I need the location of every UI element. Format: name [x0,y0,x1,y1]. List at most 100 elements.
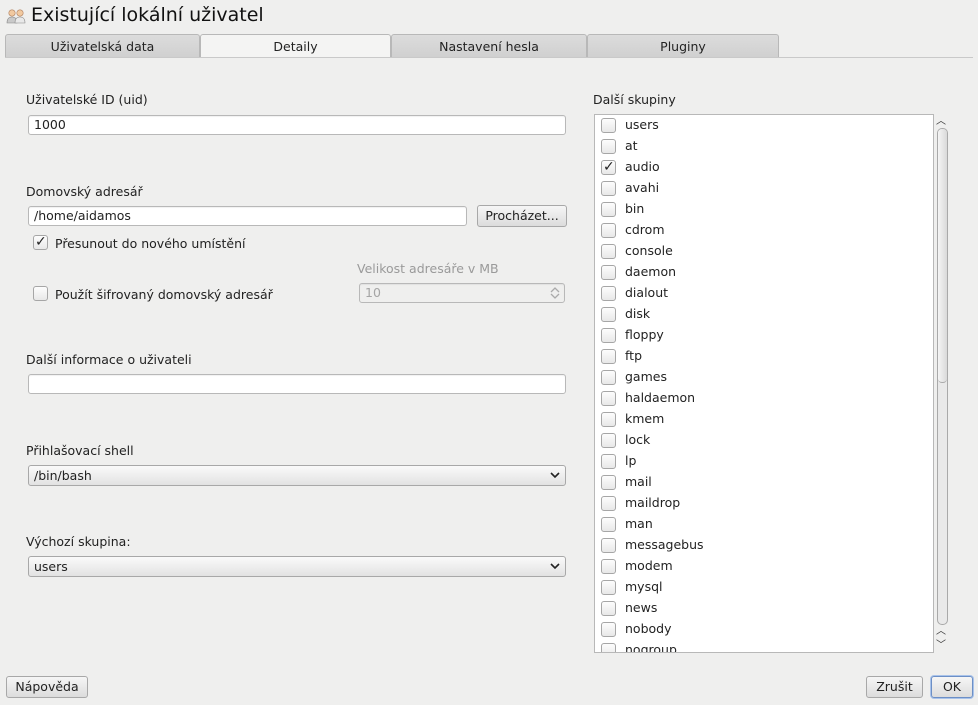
groups-label: Další skupiny [593,92,676,107]
group-label: avahi [625,180,660,195]
shell-combobox[interactable]: /bin/bash [28,465,566,486]
group-item[interactable]: man [595,514,933,535]
group-item[interactable]: messagebus [595,535,933,556]
group-item[interactable]: kmem [595,409,933,430]
group-item[interactable]: cdrom [595,220,933,241]
group-label: disk [625,306,651,321]
tab-user-data[interactable]: Uživatelská data [5,34,200,58]
shell-label: Přihlašovací shell [26,443,134,458]
group-item[interactable]: users [595,115,933,136]
group-checkbox[interactable] [601,391,616,406]
move-label: Přesunout do nového umístění [55,236,246,251]
browse-button[interactable]: Procházet... [477,205,567,227]
group-label: games [625,369,667,384]
scroll-thumb[interactable] [938,129,947,383]
group-checkbox[interactable] [601,307,616,322]
uid-input[interactable]: 1000 [28,115,566,135]
scroll-up-icon[interactable]: ︿ [936,112,946,127]
help-button[interactable]: Nápověda [6,676,88,698]
encrypted-checkbox[interactable] [33,286,48,301]
group-checkbox[interactable] [601,202,616,217]
home-dir-input[interactable]: /home/aidamos [28,206,467,226]
group-checkbox[interactable] [601,622,616,637]
group-item[interactable]: lock [595,430,933,451]
group-checkbox[interactable] [601,244,616,259]
group-checkbox[interactable] [601,328,616,343]
group-checkbox[interactable] [601,601,616,616]
group-checkbox[interactable] [601,139,616,154]
chevron-down-icon [550,472,560,479]
group-label: kmem [625,411,665,426]
group-item[interactable]: daemon [595,262,933,283]
group-item[interactable]: at [595,136,933,157]
group-item[interactable]: nogroup [595,640,933,652]
group-checkbox[interactable] [601,370,616,385]
group-checkbox[interactable] [601,265,616,280]
group-item[interactable]: modem [595,556,933,577]
group-item[interactable]: ftp [595,346,933,367]
group-checkbox[interactable] [601,517,616,532]
groups-scrollbar[interactable]: ︿ ︿ ﹀ [935,114,949,653]
ok-button[interactable]: OK [931,676,973,698]
default-group-value: users [34,559,68,574]
group-checkbox[interactable] [601,580,616,595]
group-label: floppy [625,327,664,342]
shell-value: /bin/bash [34,468,92,483]
spin-arrows-icon[interactable] [550,286,560,300]
dir-size-spinbox[interactable]: 10 [359,283,565,303]
group-item[interactable]: haldaemon [595,388,933,409]
group-label: haldaemon [625,390,696,405]
extra-info-label: Další informace o uživateli [26,352,192,367]
dir-size-label: Velikost adresáře v MB [357,261,499,276]
group-checkbox[interactable] [601,643,616,652]
default-group-combobox[interactable]: users [28,556,566,577]
group-item[interactable]: mysql [595,577,933,598]
group-item[interactable]: nobody [595,619,933,640]
group-checkbox[interactable] [601,349,616,364]
uid-label: Uživatelské ID (uid) [26,92,148,107]
group-checkbox[interactable] [601,496,616,511]
group-checkbox[interactable] [601,538,616,553]
group-checkbox[interactable] [601,454,616,469]
group-checkbox[interactable] [601,475,616,490]
group-item[interactable]: avahi [595,178,933,199]
group-checkbox[interactable] [601,433,616,448]
group-item[interactable]: console [595,241,933,262]
cancel-button[interactable]: Zrušit [866,676,923,698]
group-item[interactable]: dialout [595,283,933,304]
group-checkbox[interactable] [601,412,616,427]
group-item[interactable]: bin [595,199,933,220]
group-item[interactable]: ✓ audio [595,157,933,178]
group-label: daemon [625,264,677,279]
group-item[interactable]: lp [595,451,933,472]
group-checkbox[interactable] [601,181,616,196]
group-checkbox[interactable] [601,286,616,301]
group-checkbox[interactable] [601,223,616,238]
tab-password-settings[interactable]: Nastavení hesla [391,34,587,58]
tab-details[interactable]: Detaily [200,34,391,59]
group-checkbox[interactable] [601,559,616,574]
group-item[interactable]: mail [595,472,933,493]
group-label: cdrom [625,222,665,237]
group-checkbox[interactable] [601,118,616,133]
encrypted-label: Použít šifrovaný domovský adresář [55,287,273,302]
scroll-down-icon[interactable]: ﹀ [936,636,946,651]
group-item[interactable]: news [595,598,933,619]
group-label: messagebus [625,537,704,552]
tab-plugins[interactable]: Pluginy [587,34,779,58]
group-item[interactable]: floppy [595,325,933,346]
groups-list[interactable]: users at ✓ audio avahi bin cdrom console daemon d… [594,114,934,653]
scroll-track[interactable] [937,128,948,625]
group-label: news [625,600,658,615]
scroll-up-icon[interactable]: ︿ [936,622,946,637]
group-label: bin [625,201,645,216]
group-item[interactable]: disk [595,304,933,325]
group-item[interactable]: maildrop [595,493,933,514]
group-checkbox[interactable]: ✓ [601,159,616,175]
move-checkbox[interactable]: ✓ [33,234,48,250]
group-label: at [625,138,638,153]
extra-info-input[interactable] [28,374,566,394]
home-dir-label: Domovský adresář [26,184,143,199]
group-item[interactable]: games [595,367,933,388]
group-label: man [625,516,653,531]
